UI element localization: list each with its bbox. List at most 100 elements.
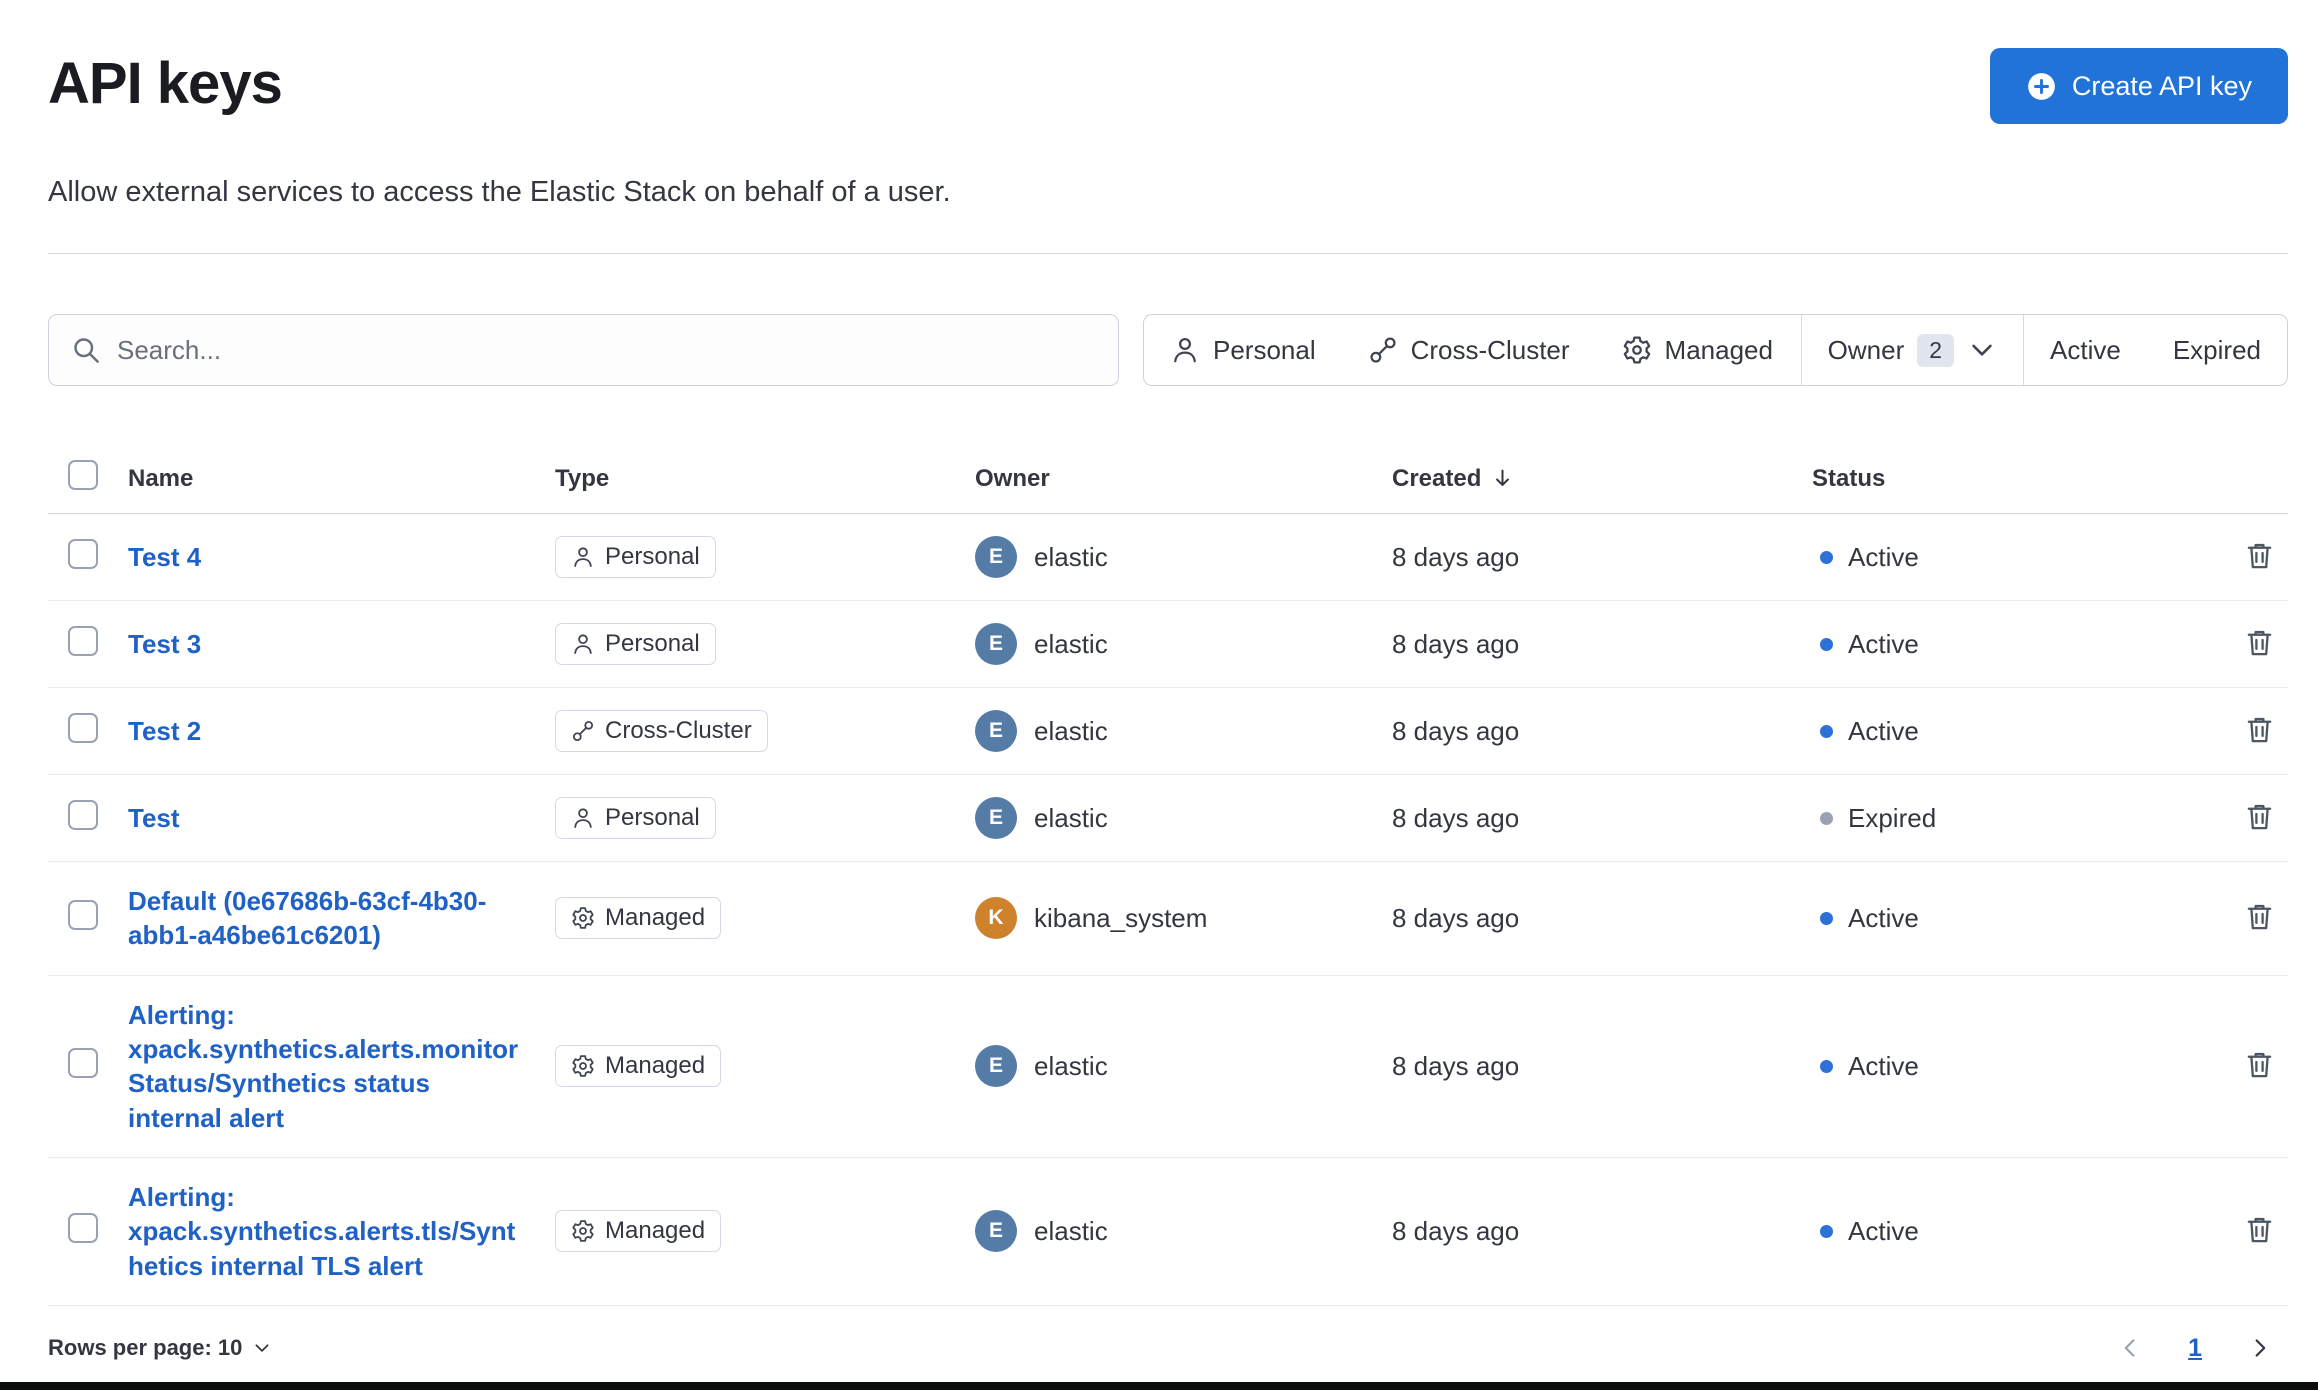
sort-desc-icon (1491, 467, 1514, 490)
page-title: API keys (48, 51, 283, 116)
select-row-checkbox[interactable] (68, 625, 98, 656)
gear-icon (571, 1219, 595, 1243)
gear-icon (571, 906, 595, 930)
avatar: E (975, 710, 1017, 752)
table-header-row: Name Type Owner Created Status (48, 442, 2288, 514)
table-row: Test 2 Cross-Cluster E elastic 8 days ag… (48, 688, 2288, 775)
type-badge-label: Personal (605, 543, 700, 570)
table-row: Test 4 Personal E elastic 8 days ago Act… (48, 514, 2288, 601)
select-row-checkbox[interactable] (68, 1047, 98, 1078)
type-badge: Personal (555, 623, 716, 665)
select-row-checkbox[interactable] (68, 799, 98, 830)
column-header-type: Type (555, 464, 610, 492)
delete-button[interactable] (2240, 1210, 2279, 1249)
created-cell: 8 days ago (1392, 628, 1520, 659)
avatar: E (975, 1045, 1017, 1088)
avatar: E (975, 797, 1017, 839)
search-icon (71, 335, 101, 365)
pagination: 1 (2118, 1334, 2288, 1363)
search-input[interactable] (117, 334, 1096, 366)
created-cell: 8 days ago (1392, 541, 1520, 572)
delete-button[interactable] (2240, 710, 2279, 749)
type-badge-label: Personal (605, 804, 700, 831)
owner-filter-dropdown[interactable]: Owner 2 (1802, 315, 2023, 385)
gear-icon (571, 1054, 595, 1078)
type-badge: Managed (555, 1210, 722, 1253)
filter-active-button[interactable]: Active (2024, 315, 2147, 385)
api-key-name-link[interactable]: Test 4 (128, 540, 201, 574)
delete-button[interactable] (2240, 797, 2279, 836)
owner-cell: K kibana_system (975, 897, 1392, 940)
column-header-owner: Owner (975, 464, 1050, 492)
status-cell: Active (1812, 1051, 2240, 1082)
select-row-checkbox[interactable] (68, 899, 98, 930)
rows-per-page-label: Rows per page: 10 (48, 1335, 243, 1361)
type-badge-label: Managed (605, 904, 706, 932)
rows-per-page-button[interactable]: Rows per page: 10 (48, 1335, 272, 1361)
delete-button[interactable] (2240, 536, 2279, 575)
status-label: Active (1848, 715, 1919, 746)
status-dot (1820, 1059, 1833, 1073)
owner-name: elastic (1034, 628, 1108, 659)
delete-button[interactable] (2240, 623, 2279, 662)
owner-cell: E elastic (975, 1045, 1392, 1088)
api-key-name-link[interactable]: Test 2 (128, 714, 201, 748)
type-badge: Managed (555, 897, 722, 940)
page-1-button[interactable]: 1 (2188, 1334, 2202, 1363)
type-badge: Personal (555, 797, 716, 839)
created-cell: 8 days ago (1392, 1215, 1520, 1246)
owner-name: elastic (1034, 715, 1108, 746)
table-row: Alerting: xpack.synthetics.alerts.monito… (48, 976, 2288, 1158)
filter-personal-button[interactable]: Personal (1144, 315, 1342, 385)
select-row-checkbox[interactable] (68, 712, 98, 743)
created-cell: 8 days ago (1392, 1050, 1520, 1081)
gear-icon (1622, 335, 1652, 365)
filter-managed-button[interactable]: Managed (1596, 315, 1799, 385)
status-label: Active (1848, 1050, 1919, 1081)
user-icon (571, 632, 595, 656)
select-row-checkbox[interactable] (68, 538, 98, 569)
filter-cross-cluster-button[interactable]: Cross-Cluster (1342, 315, 1596, 385)
type-badge-label: Personal (605, 630, 700, 657)
user-icon (571, 545, 595, 569)
type-badge-label: Cross-Cluster (605, 717, 752, 744)
filter-expired-button[interactable]: Expired (2147, 315, 2287, 385)
trash-icon (2244, 540, 2275, 571)
api-keys-table: Name Type Owner Created Status Test 4 Pe… (48, 442, 2288, 1306)
type-badge-label: Managed (605, 1052, 706, 1080)
select-row-checkbox[interactable] (68, 1212, 98, 1243)
bottom-window-edge (0, 1382, 2318, 1390)
status-dot (1820, 550, 1833, 564)
api-key-name-link[interactable]: Default (0e67686b-63cf-4b30-abb1-a46be61… (128, 884, 520, 953)
delete-button[interactable] (2240, 897, 2279, 936)
status-cell: Active (1812, 1216, 2240, 1247)
api-key-name-link[interactable]: Test 3 (128, 627, 201, 661)
status-cell: Active (1812, 716, 2240, 747)
next-page-button[interactable] (2248, 1336, 2272, 1360)
trash-icon (2244, 901, 2275, 932)
trash-icon (2244, 1049, 2275, 1080)
table-row: Test Personal E elastic 8 days ago Expir… (48, 775, 2288, 862)
create-api-key-label: Create API key (2071, 70, 2252, 101)
owner-cell: E elastic (975, 797, 1392, 839)
owner-filter-label: Owner (1827, 334, 1905, 365)
prev-page-button[interactable] (2118, 1336, 2142, 1360)
status-dot (1820, 911, 1833, 925)
owner-cell: E elastic (975, 623, 1392, 665)
api-key-name-link[interactable]: Alerting: xpack.synthetics.alerts.monito… (128, 998, 520, 1135)
api-key-name-link[interactable]: Test (128, 801, 180, 835)
api-key-name-link[interactable]: Alerting: xpack.synthetics.alerts.tls/Sy… (128, 1180, 520, 1283)
created-cell: 8 days ago (1392, 715, 1520, 746)
select-all-checkbox[interactable] (68, 460, 98, 490)
delete-button[interactable] (2240, 1045, 2279, 1084)
type-badge: Personal (555, 536, 716, 578)
avatar: E (975, 1210, 1017, 1253)
owner-name: elastic (1034, 541, 1108, 572)
owner-name: elastic (1034, 1215, 1108, 1246)
create-api-key-button[interactable]: Create API key (1989, 48, 2288, 124)
column-header-created[interactable]: Created (1392, 465, 1812, 493)
type-badge: Managed (555, 1045, 722, 1088)
status-label: Active (1848, 541, 1919, 572)
trash-icon (2244, 627, 2275, 658)
filter-managed-label: Managed (1664, 334, 1773, 365)
